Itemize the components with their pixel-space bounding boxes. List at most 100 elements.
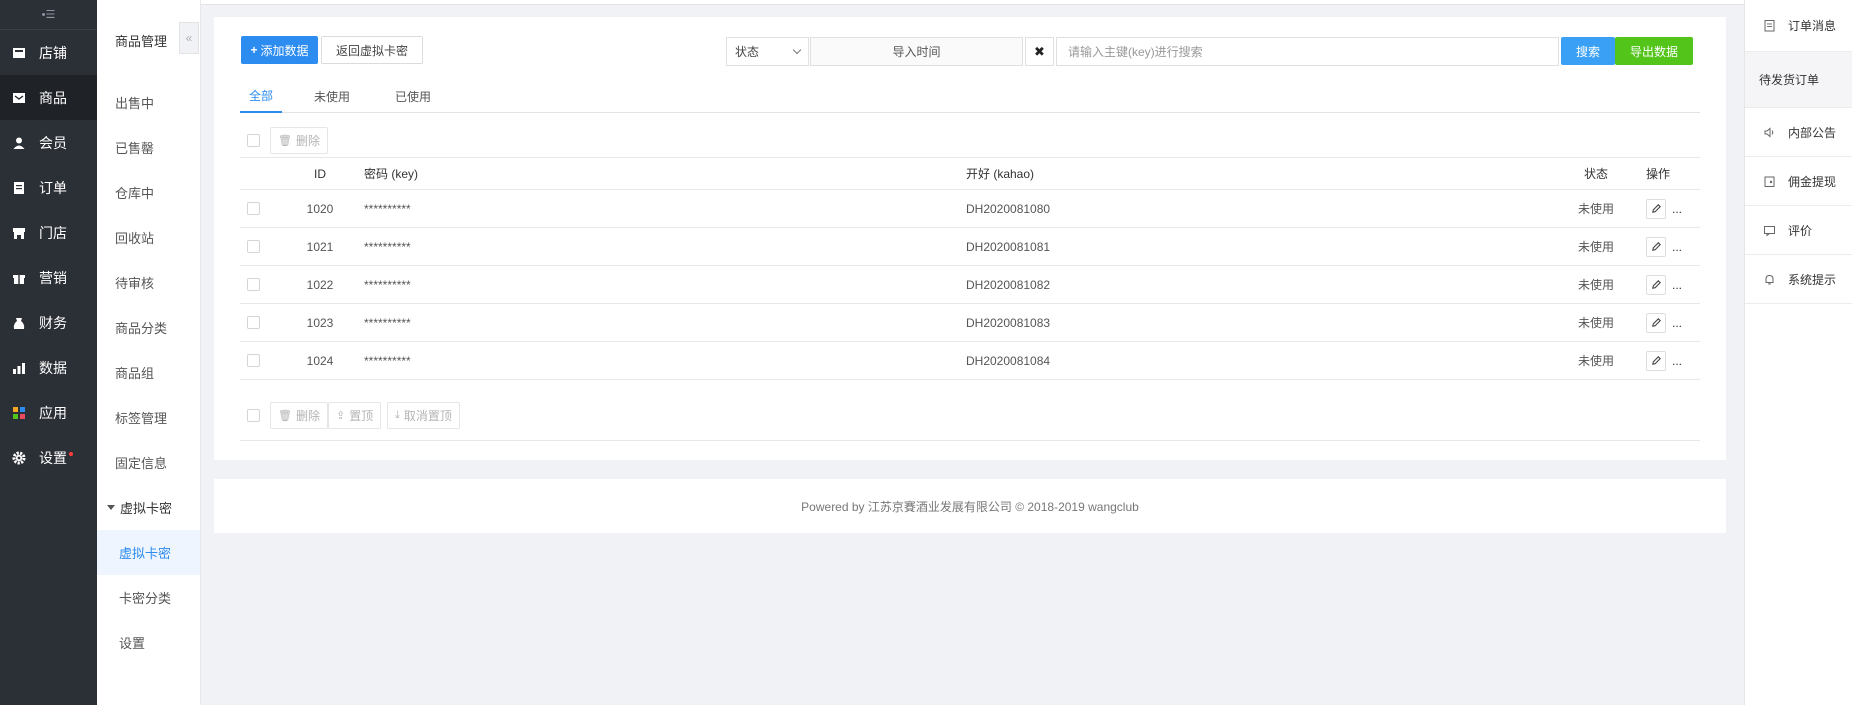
cards-table: ID 密码 (key) 开好 (kahao) 状态 操作 1020 ******… [240,157,1700,380]
more-button[interactable]: ... [1672,278,1682,292]
nav-item-order[interactable]: 订单 [0,165,97,210]
edit-button[interactable] [1646,350,1666,371]
select-all-checkbox[interactable] [247,134,260,147]
subnav-item-on-sale[interactable]: 出售中 [97,80,200,125]
header-status: 状态 [1546,157,1646,190]
subnav-child-settings[interactable]: 设置 [97,620,200,665]
cell-key: ********** [360,189,966,228]
notice-item[interactable]: 内部公告 [1745,108,1852,157]
apps-icon [12,406,26,420]
order-message-item[interactable]: 订单消息 [1745,0,1852,52]
row-checkbox[interactable] [247,240,260,253]
main-nav: •☰ 店铺 商品 会员 订单 门店 营销 财务 数据 应用 设置 [0,0,97,705]
nav-label: 门店 [39,224,67,241]
subnav-child-card-category[interactable]: 卡密分类 [97,575,200,620]
pencil-icon [1651,242,1661,251]
clipboard-icon [1763,19,1776,32]
subnav-item-recycle[interactable]: 回收站 [97,215,200,260]
shop-icon [12,226,26,240]
row-checkbox[interactable] [247,316,260,329]
search-input[interactable] [1056,37,1559,66]
edit-button[interactable] [1646,274,1666,295]
import-time-picker[interactable]: 导入时间 [810,37,1023,66]
nav-item-member[interactable]: 会员 [0,120,97,165]
subnav-item-fixed-info[interactable]: 固定信息 [97,440,200,485]
status-select[interactable]: 状态 [726,37,809,66]
cell-key: ********** [360,303,966,342]
subnav-item-warehouse[interactable]: 仓库中 [97,170,200,215]
subnav-group-virtual-card[interactable]: 虚拟卡密 [97,485,200,530]
wallet-icon [1763,175,1776,188]
pencil-icon [1651,280,1661,289]
bulk-toolbar-bottom: 🗑 删除 ⇪ 置顶 ⤓ 取消置顶 [240,389,1700,441]
more-button[interactable]: ... [1672,316,1682,330]
delete-button[interactable]: 🗑 删除 [270,127,328,154]
cell-ops: ... [1646,189,1700,228]
tab-used[interactable]: 已使用 [392,80,434,113]
status-select-value: 状态 [735,45,760,59]
subnav-item-tags[interactable]: 标签管理 [97,395,200,440]
review-label: 评价 [1788,223,1813,238]
cell-status: 未使用 [1546,303,1646,342]
right-panel: 订单消息 待发货订单 内部公告 佣金提现 评价 系统提示 [1744,0,1852,705]
add-data-button[interactable]: + 添加数据 [241,36,318,64]
row-checkbox[interactable] [247,278,260,291]
more-button[interactable]: ... [1672,240,1682,254]
subnav-item-category[interactable]: 商品分类 [97,305,200,350]
nav-item-finance[interactable]: 财务 [0,300,97,345]
nav-item-goods[interactable]: 商品 [0,75,97,120]
nav-item-settings[interactable]: 设置 [0,435,97,480]
more-button[interactable]: ... [1672,354,1682,368]
tab-all[interactable]: 全部 [240,80,282,113]
finance-icon [12,316,26,330]
subnav-item-group[interactable]: 商品组 [97,350,200,395]
pencil-icon [1651,356,1661,365]
row-checkbox-cell [240,341,280,380]
nav-toggle-button[interactable]: •☰ [0,0,97,30]
caret-down-icon [107,505,115,510]
edit-button[interactable] [1646,198,1666,219]
collapse-subnav-button[interactable]: « [179,22,199,54]
nav-item-apps[interactable]: 应用 [0,390,97,435]
nav-item-marketing[interactable]: 营销 [0,255,97,300]
back-button[interactable]: 返回虚拟卡密 [321,36,423,64]
nav-item-data[interactable]: 数据 [0,345,97,390]
nav-label: 订单 [39,179,67,196]
tab-unused[interactable]: 未使用 [312,80,352,113]
select-all-checkbox-bottom[interactable] [247,409,260,422]
pending-orders-section[interactable]: 待发货订单 [1745,52,1852,108]
cell-id: 1023 [280,303,360,342]
pencil-icon [1651,204,1661,213]
commission-item[interactable]: 佣金提现 [1745,157,1852,206]
status-tabs: 全部 未使用 已使用 [240,80,1700,113]
unpin-button[interactable]: ⤓ 取消置顶 [387,402,460,429]
notice-label: 内部公告 [1788,125,1837,140]
footer: Powered by 江苏京賽酒业发展有限公司 © 2018-2019 wang… [214,479,1726,533]
subnav-child-virtual-card[interactable]: 虚拟卡密 [97,530,200,575]
export-button[interactable]: 导出数据 [1615,37,1693,65]
subnav-title-text: 商品管理 [115,33,168,49]
nav-label: 店铺 [39,44,67,61]
edit-button[interactable] [1646,312,1666,333]
review-item[interactable]: 评价 [1745,206,1852,255]
edit-button[interactable] [1646,236,1666,257]
cell-id: 1024 [280,341,360,380]
row-checkbox[interactable] [247,354,260,367]
nav-item-shop[interactable]: 门店 [0,210,97,255]
clear-date-button[interactable]: ✖ [1025,37,1054,66]
more-button[interactable]: ... [1672,202,1682,216]
system-tip-item[interactable]: 系统提示 [1745,255,1852,304]
pin-top-button[interactable]: ⇪ 置顶 [328,402,382,429]
subnav-item-pending-review[interactable]: 待审核 [97,260,200,305]
trash-icon: 🗑 [278,135,292,147]
bulk-toolbar-top: 🗑 删除 [240,122,1700,158]
delete-button-bottom[interactable]: 🗑 删除 [270,402,328,429]
search-button[interactable]: 搜索 [1561,37,1615,65]
cell-status: 未使用 [1546,227,1646,266]
table-row: 1022 ********** DH2020081082 未使用 ... [240,265,1700,304]
table-header-row: ID 密码 (key) 开好 (kahao) 状态 操作 [240,157,1700,190]
subnav-item-sold-out[interactable]: 已售罄 [97,125,200,170]
nav-item-store[interactable]: 店铺 [0,30,97,75]
pencil-icon [1651,318,1661,327]
row-checkbox[interactable] [247,202,260,215]
